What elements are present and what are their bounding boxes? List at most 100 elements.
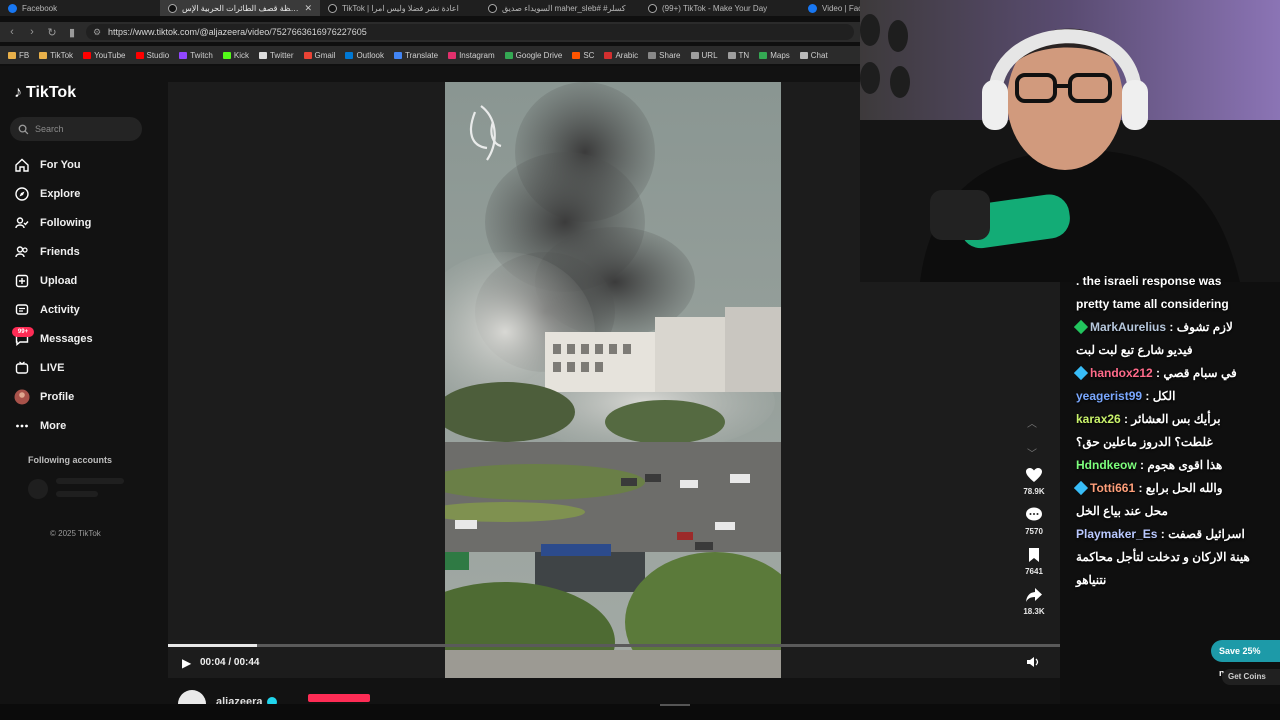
live-icon	[14, 360, 30, 376]
sidebar-item-label: Upload	[40, 274, 78, 287]
sidebar-item-profile[interactable]: Profile	[0, 382, 160, 411]
sidebar-item-explore[interactable]: Explore	[0, 179, 160, 208]
sidebar-item-label: Activity	[40, 303, 80, 316]
bookmark-item[interactable]: Arabic	[604, 51, 638, 60]
chat-message: handox212 : في سبام قصي	[1074, 362, 1280, 385]
tiktok-logo[interactable]: ♪ TikTok	[14, 84, 76, 102]
video-still	[445, 82, 781, 678]
bookmark-item[interactable]: Maps	[759, 51, 790, 60]
playback-time: 00:04 / 00:44	[200, 657, 260, 668]
screen: Facebook لحظة قصف الطائرات الحربية الإس..…	[0, 0, 1280, 720]
bookmark-item[interactable]: Outlook	[345, 51, 384, 60]
bookmark-favicon-icon	[759, 51, 768, 59]
video-frame[interactable]	[445, 82, 781, 678]
save-offer-button[interactable]: Save 25% now	[1211, 640, 1280, 678]
sidebar-item-live[interactable]: LIVE	[0, 353, 160, 382]
player-controls: ▶ 00:04 / 00:44	[168, 644, 1060, 684]
site-settings-icon[interactable]: ⚙	[93, 24, 101, 40]
sidebar-item-messages[interactable]: 99+ Messages	[0, 324, 160, 353]
tiktok-icon	[328, 3, 337, 13]
browser-tab[interactable]: لحظة قصف الطائرات الحربية الإس... ✕	[160, 0, 320, 16]
chat-separator: :	[1157, 527, 1169, 541]
bookmark-item[interactable]: Translate	[394, 51, 438, 60]
bookmark-action[interactable]: 7641	[1014, 544, 1054, 576]
bookmark-label: Kick	[233, 50, 249, 60]
heart-icon[interactable]	[1014, 464, 1054, 486]
sidebar-item-following[interactable]: Following	[0, 208, 160, 237]
bookmark-page-icon[interactable]: ▮	[66, 26, 78, 39]
chat-separator: :	[1136, 458, 1148, 472]
feed-nav: ︿ ﹀	[1027, 410, 1037, 470]
follow-button[interactable]	[308, 694, 370, 702]
browser-tab[interactable]: TikTok | اعادة نشر فضلا وليس امرا	[320, 0, 480, 16]
upload-icon	[14, 273, 30, 289]
share-icon[interactable]	[1014, 584, 1054, 606]
bookmark-item[interactable]: Gmail	[303, 51, 335, 60]
chat-text: لازم تشوف	[1176, 320, 1233, 334]
chevron-up-icon[interactable]: ︿	[1027, 410, 1037, 440]
logo-text: TikTok	[26, 84, 77, 101]
browser-toolbar: ‹ › ↻ ▮ ⚙ https://www.tiktok.com/@aljaze…	[0, 22, 860, 42]
sidebar-item-friends[interactable]: Friends	[0, 237, 160, 266]
bookmark-item[interactable]: FB	[8, 51, 29, 60]
bookmark-favicon-icon	[504, 51, 513, 59]
friends-icon	[14, 244, 30, 260]
chat-separator: :	[1120, 412, 1132, 426]
close-tab-icon[interactable]: ✕	[304, 3, 312, 14]
bookmark-item[interactable]: URL	[690, 51, 718, 60]
bookmark-label: YouTube	[94, 50, 126, 60]
bookmark-item[interactable]: Chat	[799, 51, 828, 60]
browser-tab[interactable]: السويداء صديق maher_sleb# #كسلر	[480, 0, 640, 16]
play-icon[interactable]: ▶	[182, 656, 191, 670]
sidebar-item-label: Explore	[40, 187, 81, 200]
bookmark-item[interactable]: Studio	[135, 51, 169, 60]
sidebar-item-label: Messages	[40, 332, 93, 345]
sidebar-item-activity[interactable]: Activity	[0, 295, 160, 324]
chat-text: في سبام قصي	[1163, 366, 1237, 380]
volume-icon[interactable]	[1026, 656, 1040, 671]
scroll-indicator	[660, 704, 690, 706]
copyright: © 2025 TikTok	[50, 529, 101, 538]
sidebar-item-upload[interactable]: Upload	[0, 266, 160, 295]
browser-tab[interactable]: (99+) TikTok - Make Your Day	[640, 0, 800, 16]
bookmark-item[interactable]: Google Drive	[504, 51, 562, 60]
bookmark-item[interactable]: SC	[572, 51, 594, 60]
bookmark-item[interactable]: TN	[727, 51, 749, 60]
heart-action[interactable]: 78.9K	[1014, 464, 1054, 496]
bookmark-icon[interactable]	[1014, 544, 1054, 566]
bookmark-label: SC	[583, 50, 595, 60]
chat-text: هذا اقوى هجوم	[1147, 458, 1223, 472]
share-action[interactable]: 18.3K	[1014, 584, 1054, 616]
search-placeholder: Search	[35, 124, 64, 134]
bookmark-item[interactable]: Instagram	[448, 51, 495, 60]
more-icon	[14, 418, 30, 434]
bookmark-item[interactable]: YouTube	[83, 50, 126, 60]
bookmark-item[interactable]: Twitter	[258, 51, 294, 60]
chat-text: محل عند بياع الخل	[1076, 504, 1168, 518]
bookmark-label: FB	[19, 50, 30, 60]
reload-icon[interactable]: ↻	[46, 26, 58, 39]
bookmark-label: Maps	[770, 50, 790, 60]
bookmark-favicon-icon	[258, 51, 267, 59]
search-input[interactable]: Search	[10, 117, 142, 141]
sidebar-item-for-you[interactable]: For You	[0, 150, 160, 179]
bookmarks-bar: FB TikTok YouTube Studio Twitch Kick Twitter Gm…	[0, 46, 860, 64]
sidebar-item-more[interactable]: More	[0, 411, 160, 440]
comment-icon[interactable]	[1014, 504, 1054, 526]
bookmark-item[interactable]: Kick	[222, 50, 249, 60]
chat-text: الكل	[1152, 389, 1176, 403]
forward-icon[interactable]: ›	[26, 26, 38, 38]
bookmark-item[interactable]: Share	[648, 50, 681, 60]
chat-username: karax26	[1076, 412, 1121, 426]
bookmark-item[interactable]: Twitch	[179, 51, 213, 60]
comment-action[interactable]: 7570	[1014, 504, 1054, 536]
address-bar[interactable]: ⚙ https://www.tiktok.com/@aljazeera/vide…	[86, 24, 854, 40]
get-coins-button[interactable]: Get Coins	[1222, 669, 1280, 685]
bookmark-label: Share	[659, 50, 681, 60]
progress-bar[interactable]	[168, 644, 1060, 647]
bookmark-item[interactable]: TikTok	[39, 51, 73, 60]
bookmark-favicon-icon	[222, 51, 231, 59]
browser-tab[interactable]: Facebook	[0, 0, 160, 16]
chat-separator: :	[1142, 389, 1153, 403]
back-icon[interactable]: ‹	[6, 26, 18, 38]
